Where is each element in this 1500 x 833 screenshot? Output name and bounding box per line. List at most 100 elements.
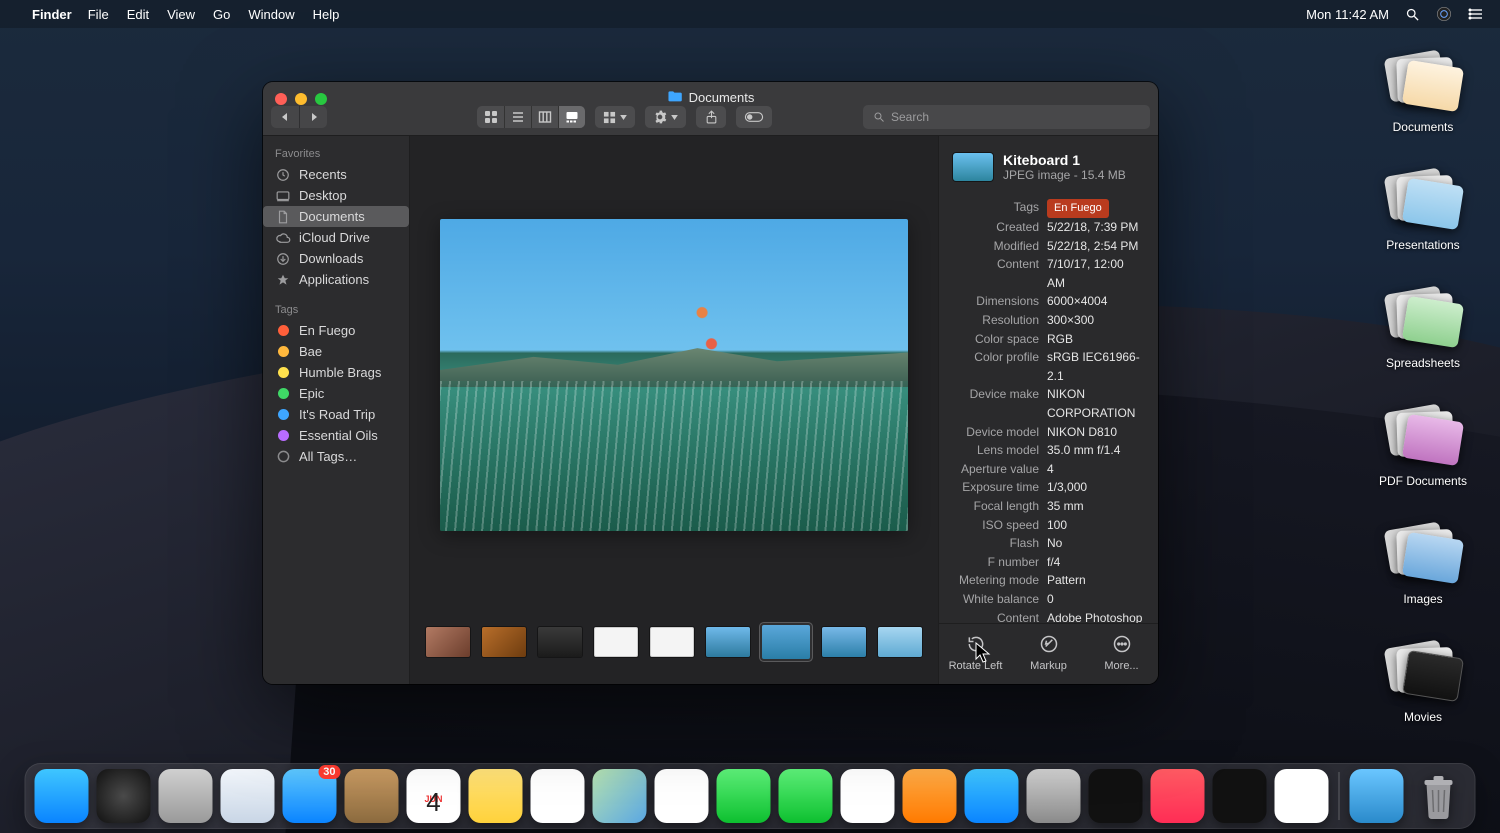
- dock-app-maps[interactable]: [593, 769, 647, 823]
- preview-area[interactable]: [410, 136, 938, 614]
- thumbnail-strip[interactable]: [410, 614, 938, 684]
- back-button[interactable]: [271, 106, 299, 128]
- sidebar-item-label: Recents: [299, 167, 347, 182]
- dock-app-safari[interactable]: [221, 769, 275, 823]
- sidebar-item-label: Applications: [299, 272, 369, 287]
- edit-tags-button[interactable]: [736, 106, 772, 128]
- dock-app-system-preferences[interactable]: [1027, 769, 1081, 823]
- sidebar-item-downloads[interactable]: Downloads: [263, 248, 409, 269]
- dock-app-notes[interactable]: [469, 769, 523, 823]
- menubar-app-name[interactable]: Finder: [32, 7, 72, 22]
- meta-value: 300×300: [1047, 311, 1094, 330]
- sidebar-tag-bae[interactable]: Bae: [263, 341, 409, 362]
- close-button[interactable]: [275, 93, 287, 105]
- sidebar-tag-en-fuego[interactable]: En Fuego: [263, 320, 409, 341]
- thumbnail[interactable]: [878, 627, 922, 657]
- menubar-go[interactable]: Go: [213, 7, 230, 22]
- minimize-button[interactable]: [295, 93, 307, 105]
- thumbnail-selected[interactable]: [762, 625, 810, 659]
- notification-center-icon[interactable]: [1468, 7, 1484, 21]
- fullscreen-button[interactable]: [315, 93, 327, 105]
- desktop-stack[interactable]: Movies: [1368, 642, 1478, 724]
- sidebar-all-tags[interactable]: All Tags…: [263, 446, 409, 467]
- sidebar-item-icloud-drive[interactable]: iCloud Drive: [263, 227, 409, 248]
- sidebar-item-label: Essential Oils: [299, 428, 378, 443]
- desktop-icon: [275, 190, 291, 202]
- sidebar-tag-humble-brags[interactable]: Humble Brags: [263, 362, 409, 383]
- menubar-file[interactable]: File: [88, 7, 109, 22]
- sidebar-tag-it-s-road-trip[interactable]: It's Road Trip: [263, 404, 409, 425]
- dock-app-ibooks[interactable]: [903, 769, 957, 823]
- desktop-stack[interactable]: Presentations: [1368, 170, 1478, 252]
- stack-pile: [1385, 288, 1461, 350]
- dock-app-messages[interactable]: [717, 769, 771, 823]
- quick-action-markup[interactable]: Markup: [1012, 624, 1085, 684]
- thumbnail[interactable]: [538, 627, 582, 657]
- dock-app-itunes[interactable]: [841, 769, 895, 823]
- view-column-button[interactable]: [531, 106, 558, 128]
- thumbnail[interactable]: [822, 627, 866, 657]
- thumbnail[interactable]: [650, 627, 694, 657]
- dock-app-stocks[interactable]: [1213, 769, 1267, 823]
- stack-pile: [1385, 524, 1461, 586]
- dock-folder-downloads[interactable]: [1350, 769, 1404, 823]
- meta-row: Lens model35.0 mm f/1.4: [953, 441, 1144, 460]
- action-button[interactable]: [645, 106, 686, 128]
- menubar-view[interactable]: View: [167, 7, 195, 22]
- menubar-window[interactable]: Window: [248, 7, 294, 22]
- meta-value: En Fuego: [1047, 198, 1109, 218]
- meta-key: Content: [953, 609, 1039, 623]
- dock-app-finder[interactable]: [35, 769, 89, 823]
- sidebar-tag-epic[interactable]: Epic: [263, 383, 409, 404]
- dock-app-facetime[interactable]: [779, 769, 833, 823]
- dock-app-launchpad[interactable]: [159, 769, 213, 823]
- meta-row: Device modelNIKON D810: [953, 423, 1144, 442]
- thumbnail[interactable]: [706, 627, 750, 657]
- finder-window: Documents Search: [263, 82, 1158, 684]
- meta-value: RGB: [1047, 330, 1073, 349]
- dock-trash[interactable]: [1412, 769, 1466, 823]
- search-field[interactable]: Search: [863, 105, 1150, 129]
- titlebar[interactable]: Documents Search: [263, 82, 1158, 136]
- dock-app-app-store[interactable]: [965, 769, 1019, 823]
- sidebar-item-recents[interactable]: Recents: [263, 164, 409, 185]
- sidebar-item-applications[interactable]: Applications: [263, 269, 409, 290]
- share-button[interactable]: [696, 106, 726, 128]
- dock-app-photos[interactable]: [655, 769, 709, 823]
- sidebar-item-documents[interactable]: Documents: [263, 206, 409, 227]
- view-gallery-button[interactable]: [558, 106, 585, 128]
- arrange-button[interactable]: [595, 106, 635, 128]
- dock-app-news[interactable]: [1151, 769, 1205, 823]
- view-icon-button[interactable]: [477, 106, 504, 128]
- desktop-stack[interactable]: Images: [1368, 524, 1478, 606]
- thumbnail[interactable]: [594, 627, 638, 657]
- view-list-button[interactable]: [504, 106, 531, 128]
- siri-icon[interactable]: [1436, 6, 1452, 22]
- quick-action-more-[interactable]: More...: [1085, 624, 1158, 684]
- dock-app-reminders[interactable]: [531, 769, 585, 823]
- spotlight-icon[interactable]: [1405, 7, 1420, 22]
- meta-value: Pattern: [1047, 571, 1086, 590]
- desktop-stack[interactable]: Documents: [1368, 52, 1478, 134]
- dock-app-contacts[interactable]: [345, 769, 399, 823]
- thumbnail[interactable]: [482, 627, 526, 657]
- menubar-clock[interactable]: Mon 11:42 AM: [1306, 7, 1389, 22]
- tag-chip[interactable]: En Fuego: [1047, 199, 1109, 218]
- meta-value: Adobe Photoshop: [1047, 609, 1142, 623]
- dock-app-siri[interactable]: [97, 769, 151, 823]
- sidebar-item-desktop[interactable]: Desktop: [263, 185, 409, 206]
- menubar-edit[interactable]: Edit: [127, 7, 149, 22]
- dock-app-voice-memos[interactable]: [1089, 769, 1143, 823]
- dock-app-calendar[interactable]: JUN4: [407, 769, 461, 823]
- meta-value: 1/3,000: [1047, 478, 1087, 497]
- desktop-stack[interactable]: Spreadsheets: [1368, 288, 1478, 370]
- dock-app-home[interactable]: [1275, 769, 1329, 823]
- quick-action-rotate-left[interactable]: Rotate Left: [939, 624, 1012, 684]
- thumbnail[interactable]: [426, 627, 470, 657]
- sidebar-tag-essential-oils[interactable]: Essential Oils: [263, 425, 409, 446]
- forward-button[interactable]: [299, 106, 327, 128]
- desktop-stack[interactable]: PDF Documents: [1368, 406, 1478, 488]
- menubar-help[interactable]: Help: [313, 7, 340, 22]
- stack-pile: [1385, 170, 1461, 232]
- dock-app-mail[interactable]: 30: [283, 769, 337, 823]
